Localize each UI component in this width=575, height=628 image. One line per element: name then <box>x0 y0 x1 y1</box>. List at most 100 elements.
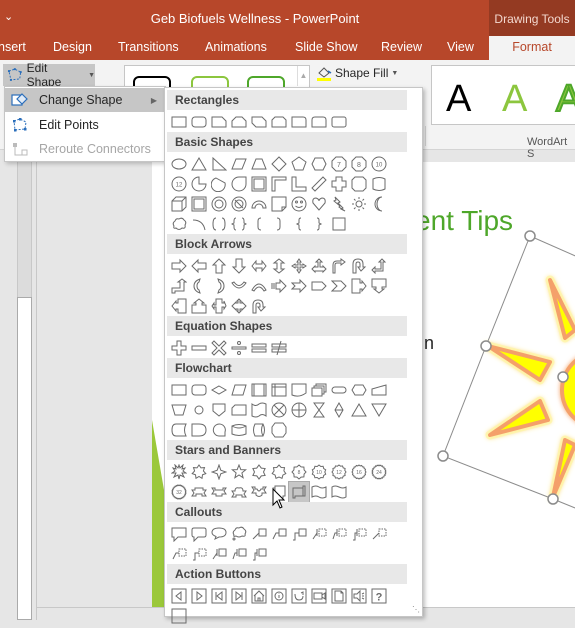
basic-shapes-shape-23[interactable] <box>169 194 189 214</box>
menu-item-change-shape[interactable]: Change Shape ▶ <box>5 88 165 112</box>
basic-shapes-shape-33[interactable] <box>369 194 389 214</box>
action-buttons-shape-8[interactable] <box>309 586 329 606</box>
basic-shapes-shape-37[interactable] <box>229 214 249 234</box>
rectangles-shape-8[interactable] <box>309 112 329 132</box>
flowchart-shape-10[interactable] <box>349 380 369 400</box>
callouts-shape-3[interactable] <box>209 524 229 544</box>
stars-and-banners-shape-19[interactable] <box>309 482 329 502</box>
resize-grip-icon[interactable]: ⋱ <box>412 605 420 614</box>
tab-insert[interactable]: nsert <box>0 40 26 54</box>
basic-shapes-shape-6[interactable] <box>269 154 289 174</box>
action-buttons-shape-12[interactable] <box>169 606 189 626</box>
flowchart-shape-6[interactable] <box>269 380 289 400</box>
stars-and-banners-shape-16[interactable] <box>249 482 269 502</box>
basic-shapes-shape-24[interactable] <box>189 194 209 214</box>
block-arrows-shape-24[interactable] <box>189 296 209 316</box>
rectangles-shape-1[interactable] <box>169 112 189 132</box>
block-arrows-shape-25[interactable] <box>209 296 229 316</box>
callouts-shape-12[interactable] <box>169 544 189 564</box>
basic-shapes-shape-18[interactable] <box>289 174 309 194</box>
block-arrows-shape-17[interactable] <box>269 276 289 296</box>
action-buttons-shape-4[interactable] <box>229 586 249 606</box>
basic-shapes-shape-31[interactable] <box>329 194 349 214</box>
flowchart-shape-1[interactable] <box>169 380 189 400</box>
stars-and-banners-shape-3[interactable] <box>209 462 229 482</box>
basic-shapes-shape-26[interactable] <box>229 194 249 214</box>
block-arrows-shape-21[interactable] <box>349 276 369 296</box>
basic-shapes-shape-13[interactable] <box>189 174 209 194</box>
rectangles-shape-5[interactable] <box>249 112 269 132</box>
flowchart-shape-5[interactable] <box>249 380 269 400</box>
stars-and-banners-shape-9[interactable]: 12 <box>329 462 349 482</box>
stars-and-banners-shape-5[interactable] <box>249 462 269 482</box>
stars-and-banners-shape-7[interactable]: 8 <box>289 462 309 482</box>
basic-shapes-shape-8[interactable] <box>309 154 329 174</box>
flowchart-shape-17[interactable] <box>269 400 289 420</box>
rectangles-shape-2[interactable] <box>189 112 209 132</box>
block-arrows-shape-26[interactable] <box>229 296 249 316</box>
basic-shapes-shape-27[interactable] <box>249 194 269 214</box>
basic-shapes-shape-3[interactable] <box>209 154 229 174</box>
flowchart-shape-27[interactable] <box>249 420 269 440</box>
block-arrows-shape-1[interactable] <box>169 256 189 276</box>
basic-shapes-shape-19[interactable] <box>309 174 329 194</box>
stars-and-banners-shape-13[interactable] <box>189 482 209 502</box>
equation-shapes-shape-1[interactable] <box>169 338 189 358</box>
basic-shapes-shape-25[interactable] <box>209 194 229 214</box>
stars-and-banners-shape-8[interactable]: 10 <box>309 462 329 482</box>
flowchart-shape-28[interactable] <box>269 420 289 440</box>
block-arrows-shape-3[interactable] <box>209 256 229 276</box>
menu-item-edit-points[interactable]: Edit Points <box>5 113 165 137</box>
basic-shapes-shape-32[interactable] <box>349 194 369 214</box>
gallery-scroll-up-button[interactable]: ▲ <box>297 66 309 86</box>
basic-shapes-shape-16[interactable] <box>249 174 269 194</box>
stars-and-banners-shape-12[interactable]: 32 <box>169 482 189 502</box>
flowchart-shape-14[interactable] <box>209 400 229 420</box>
stars-and-banners-shape-11[interactable]: 24 <box>369 462 389 482</box>
basic-shapes-shape-30[interactable] <box>309 194 329 214</box>
basic-shapes-shape-22[interactable] <box>369 174 389 194</box>
basic-shapes-shape-12[interactable]: 12 <box>169 174 189 194</box>
flowchart-shape-21[interactable] <box>349 400 369 420</box>
block-arrows-shape-4[interactable] <box>229 256 249 276</box>
block-arrows-shape-20[interactable] <box>329 276 349 296</box>
stars-and-banners-shape-6[interactable] <box>269 462 289 482</box>
flowchart-shape-13[interactable] <box>189 400 209 420</box>
basic-shapes-shape-4[interactable] <box>229 154 249 174</box>
equation-shapes-shape-2[interactable] <box>189 338 209 358</box>
stars-and-banners-shape-15[interactable] <box>229 482 249 502</box>
callouts-shape-6[interactable] <box>269 524 289 544</box>
tab-animations[interactable]: Animations <box>205 40 267 54</box>
flowchart-shape-11[interactable] <box>369 380 389 400</box>
basic-shapes-shape-1[interactable] <box>169 154 189 174</box>
action-buttons-shape-3[interactable] <box>209 586 229 606</box>
stars-and-banners-shape-1[interactable] <box>169 462 189 482</box>
flowchart-shape-18[interactable] <box>289 400 309 420</box>
block-arrows-shape-7[interactable] <box>289 256 309 276</box>
flowchart-shape-4[interactable] <box>229 380 249 400</box>
stars-and-banners-shape-10[interactable]: 16 <box>349 462 369 482</box>
block-arrows-shape-14[interactable] <box>209 276 229 296</box>
tab-transitions[interactable]: Transitions <box>118 40 179 54</box>
callouts-shape-11[interactable] <box>369 524 389 544</box>
flowchart-shape-22[interactable] <box>369 400 389 420</box>
block-arrows-shape-10[interactable] <box>349 256 369 276</box>
block-arrows-shape-27[interactable] <box>249 296 269 316</box>
action-buttons-shape-7[interactable] <box>289 586 309 606</box>
basic-shapes-shape-9[interactable]: 7 <box>329 154 349 174</box>
basic-shapes-shape-35[interactable] <box>189 214 209 234</box>
basic-shapes-shape-38[interactable] <box>249 214 269 234</box>
flowchart-shape-24[interactable] <box>189 420 209 440</box>
flowchart-shape-8[interactable] <box>309 380 329 400</box>
callouts-shape-1[interactable] <box>169 524 189 544</box>
block-arrows-shape-18[interactable] <box>289 276 309 296</box>
block-arrows-shape-5[interactable] <box>249 256 269 276</box>
flowchart-shape-26[interactable] <box>229 420 249 440</box>
rectangles-shape-9[interactable] <box>329 112 349 132</box>
equation-shapes-shape-3[interactable] <box>209 338 229 358</box>
stars-and-banners-shape-4[interactable] <box>229 462 249 482</box>
callouts-shape-15[interactable] <box>229 544 249 564</box>
action-buttons-shape-1[interactable] <box>169 586 189 606</box>
tab-review[interactable]: Review <box>381 40 422 54</box>
flowchart-shape-25[interactable] <box>209 420 229 440</box>
